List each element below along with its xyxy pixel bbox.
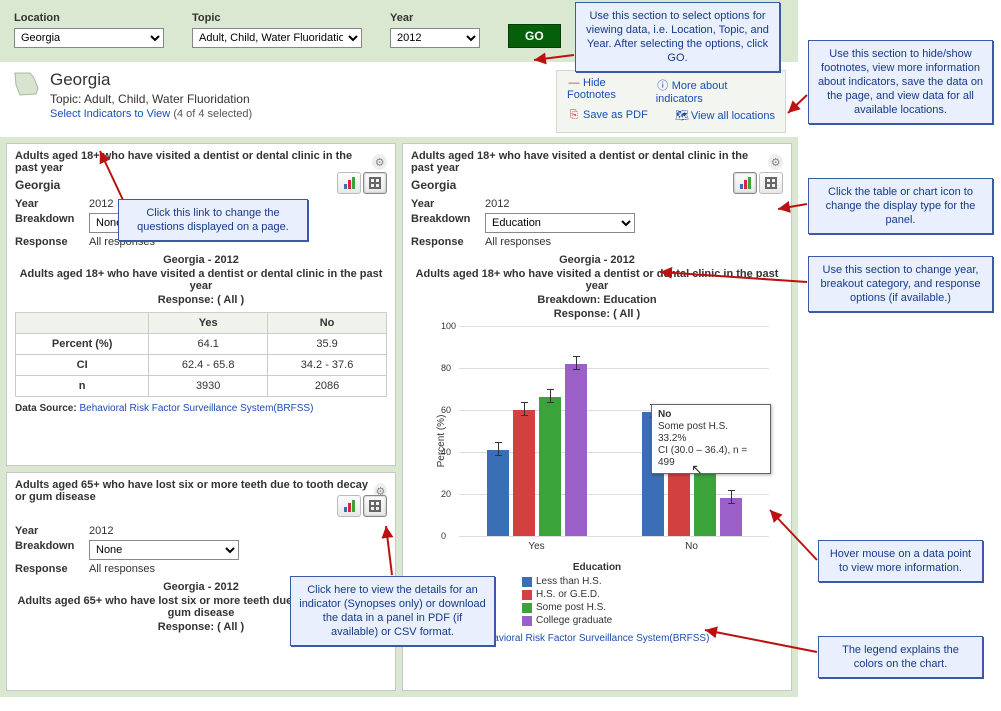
bar-chart: Percent (%) 020406080100 YesNo No Some p… [441, 326, 773, 556]
table-view-button[interactable] [759, 172, 783, 194]
table-view-button[interactable] [363, 172, 387, 194]
cursor-icon: ↖ [691, 461, 703, 478]
topic-label: Topic [192, 12, 362, 24]
breakdown-select[interactable]: Education [485, 213, 635, 233]
bar-Yes-Some post H.S.[interactable] [539, 397, 561, 536]
panel-title: Adults aged 18+ who have visited a denti… [15, 150, 372, 174]
more-about-link[interactable]: ⓘMore about indicators [656, 77, 775, 105]
map-icon: 🗺 [675, 109, 689, 122]
tools-panel: —Hide Footnotes ⓘMore about indicators ⎘… [556, 70, 786, 133]
callout-hover: Hover mouse on a data point to view more… [818, 540, 983, 582]
chart-legend: Education Less than H.S. H.S. or G.E.D. … [522, 562, 672, 627]
callout-breakdown: Use this section to change year, breakou… [808, 256, 993, 312]
gear-icon[interactable]: ⚙ [768, 154, 783, 170]
panel-title: Adults aged 65+ who have lost six or mor… [15, 479, 374, 503]
info-icon: ⓘ [656, 77, 670, 93]
bar-No-College graduate[interactable] [720, 498, 742, 536]
panel-title: Adults aged 18+ who have visited a denti… [411, 150, 768, 174]
location-field: Location Georgia [14, 12, 164, 48]
table-view-button[interactable] [363, 495, 387, 517]
pdf-icon: ⎘ [567, 109, 581, 122]
data-source-link[interactable]: Behavioral Risk Factor Surveillance Syst… [475, 633, 709, 644]
hide-footnotes-link[interactable]: —Hide Footnotes [567, 77, 656, 105]
data-source-link[interactable]: Behavioral Risk Factor Surveillance Syst… [79, 403, 313, 414]
bar-Yes-Less than H.S.[interactable] [487, 450, 509, 536]
year-label: Year [390, 12, 480, 24]
data-table: YesNo Percent (%)64.135.9 CI62.4 - 65.83… [15, 312, 387, 397]
bar-Yes-College graduate[interactable] [565, 364, 587, 536]
select-indicators-count: (4 of 4 selected) [173, 108, 252, 120]
chart-tooltip: No Some post H.S. 33.2% CI (30.0 – 36.4)… [651, 404, 771, 474]
callout-tools: Use this section to hide/show footnotes,… [808, 40, 993, 124]
minus-icon: — [567, 77, 581, 89]
go-button[interactable]: GO [508, 24, 561, 48]
page-topic: Topic: Adult, Child, Water Fluoridation [50, 92, 252, 106]
gear-icon[interactable]: ⚙ [372, 154, 387, 170]
panel-indicator-table: Adults aged 18+ who have visited a denti… [6, 143, 396, 466]
callout-legend: The legend explains the colors on the ch… [818, 636, 983, 678]
callout-gear: Click here to view the details for an in… [290, 576, 495, 646]
location-select[interactable]: Georgia [14, 28, 164, 48]
page-header: Georgia Topic: Adult, Child, Water Fluor… [0, 62, 798, 137]
topic-select[interactable]: Adult, Child, Water Fluoridation [192, 28, 362, 48]
view-all-locations-link[interactable]: 🗺View all locations [675, 109, 775, 122]
callout-filter: Use this section to select options for v… [575, 2, 780, 72]
chart-view-button[interactable] [733, 172, 757, 194]
year-select[interactable]: 2012 [390, 28, 480, 48]
callout-select-indicators: Click this link to change the questions … [118, 199, 308, 241]
panel-location: Georgia [411, 178, 783, 192]
page-title: Georgia [50, 70, 252, 90]
save-pdf-link[interactable]: ⎘Save as PDF [567, 109, 648, 122]
callout-view-toggle: Click the table or chart icon to change … [808, 178, 993, 234]
panel-location: Georgia [15, 178, 387, 192]
year-field: Year 2012 [390, 12, 480, 48]
select-indicators-link[interactable]: Select Indicators to View [50, 108, 170, 120]
topic-field: Topic Adult, Child, Water Fluoridation [192, 12, 362, 48]
state-shape-icon [12, 70, 42, 98]
bar-Yes-H.S. or G.E.D.[interactable] [513, 410, 535, 536]
breakdown-select[interactable]: None [89, 540, 239, 560]
chart-view-button[interactable] [337, 495, 361, 517]
location-label: Location [14, 12, 164, 24]
chart-view-button[interactable] [337, 172, 361, 194]
